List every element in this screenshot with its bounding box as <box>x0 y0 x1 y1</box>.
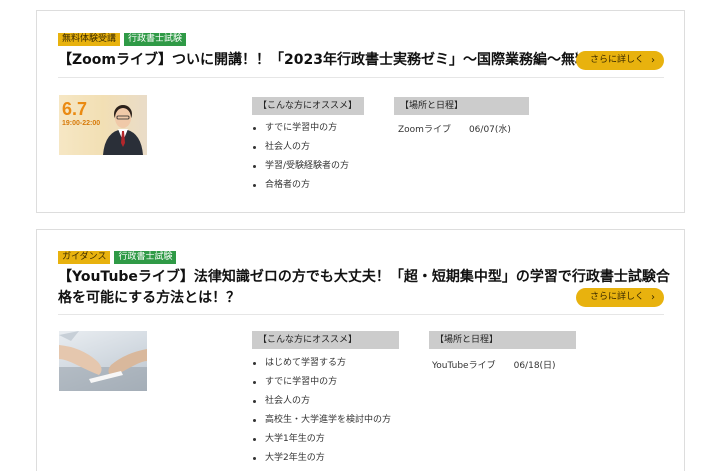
tag-free-trial: 無料体験受講 <box>58 33 121 46</box>
lecturer-photo <box>103 105 143 155</box>
more-details-button[interactable]: さらに詳しく › <box>576 288 664 307</box>
schedule-row: Zoomライブ 06/07(水) <box>398 122 511 135</box>
schedule-place: YouTubeライブ <box>432 361 496 371</box>
chevron-right-icon: › <box>651 292 655 303</box>
schedule-heading: 【場所と日程】 <box>394 97 529 115</box>
event-thumbnail[interactable]: 6.7 19:00-22:00 <box>59 95 147 155</box>
event-thumbnail[interactable] <box>59 331 147 391</box>
recommend-heading: 【こんな方にオススメ】 <box>252 331 399 349</box>
more-details-button[interactable]: さらに詳しく › <box>576 51 664 70</box>
more-details-label: さらに詳しく <box>590 55 645 65</box>
list-item: すでに学習中の方 <box>251 119 349 138</box>
tag-guidance: ガイダンス <box>58 251 111 264</box>
hands-photo <box>59 331 147 391</box>
tag-exam: 行政書士試験 <box>114 251 177 264</box>
tag-group: ガイダンス 行政書士試験 <box>58 251 177 264</box>
tag-exam: 行政書士試験 <box>124 33 187 46</box>
tag-group: 無料体験受講 行政書士試験 <box>58 33 187 46</box>
schedule-row: YouTubeライブ 06/18(日) <box>432 358 556 371</box>
list-item: 社会人の方 <box>251 138 349 157</box>
schedule-place: Zoomライブ <box>398 125 451 135</box>
schedule-heading: 【場所と日程】 <box>429 331 576 349</box>
list-item: はじめて学習する方 <box>251 354 391 373</box>
list-item: 合格者の方 <box>251 176 349 195</box>
more-details-label: さらに詳しく <box>590 292 645 302</box>
event-title-link[interactable]: 【Zoomライブ】ついに開講！！「2023年行政書士実務ゼミ」～国際業務編～無料… <box>58 50 578 71</box>
recommend-heading: 【こんな方にオススメ】 <box>252 97 364 115</box>
list-item: 社会人の方 <box>251 392 391 411</box>
recommend-list: すでに学習中の方 社会人の方 学習/受験経験者の方 合格者の方 <box>251 119 349 195</box>
event-card: 無料体験受講 行政書士試験 【Zoomライブ】ついに開講！！「2023年行政書士… <box>36 10 685 213</box>
list-item: 大学1年生の方 <box>251 430 391 449</box>
schedule-date: 06/18(日) <box>513 361 556 371</box>
divider <box>58 77 664 78</box>
schedule-date: 06/07(水) <box>468 125 511 135</box>
list-item: 学習/受験経験者の方 <box>251 157 349 176</box>
divider <box>58 314 664 315</box>
event-card: ガイダンス 行政書士試験 【YouTubeライブ】法律知識ゼロの方でも大丈夫！「… <box>36 229 685 471</box>
list-item: 高校生・大学進学を検討中の方 <box>251 411 391 430</box>
list-item: すでに学習中の方 <box>251 373 391 392</box>
chevron-right-icon: › <box>651 55 655 66</box>
recommend-list: はじめて学習する方 すでに学習中の方 社会人の方 高校生・大学進学を検討中の方 … <box>251 354 391 468</box>
list-item: 大学2年生の方 <box>251 449 391 468</box>
